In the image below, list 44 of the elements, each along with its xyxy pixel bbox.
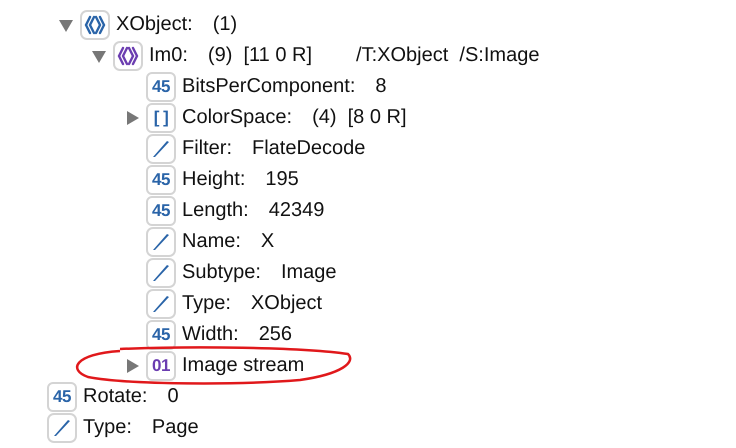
entry-type-info: /T:XObject /S:Image <box>356 44 540 67</box>
entry-value: 42349 <box>268 199 324 222</box>
stream-type-icon: 01 <box>146 350 176 380</box>
entry-value: Page <box>152 416 199 439</box>
entry-key: Type: <box>83 416 132 439</box>
number-type-icon: 45 <box>146 320 176 350</box>
entry-value: (1) <box>212 13 238 36</box>
entry-key: XObject: <box>116 13 193 36</box>
entry-key: Width: <box>182 323 239 346</box>
number-type-icon: 45 <box>146 72 176 102</box>
name-type-icon <box>146 258 176 288</box>
array-type-icon: [ ] <box>146 102 176 132</box>
entry-value: (4) [8 0 R] <box>312 106 407 129</box>
entry-value: 0 <box>167 385 179 408</box>
number-type-icon: 45 <box>146 196 176 226</box>
entry-key: Type: <box>182 292 231 315</box>
number-type-icon: 45 <box>47 382 77 412</box>
entry-key: Height: <box>182 168 246 191</box>
disclosure-triangle-icon[interactable] <box>124 110 140 126</box>
entry-key: ColorSpace: <box>182 106 292 129</box>
entry-key: Im0: <box>149 44 188 67</box>
disclosure-triangle-icon[interactable] <box>124 358 140 374</box>
entry-key: BitsPerComponent: <box>182 75 356 98</box>
entry-key: Filter: <box>182 137 232 160</box>
dictionary-type-icon <box>113 40 143 70</box>
dictionary-type-icon <box>80 10 110 40</box>
name-type-icon <box>146 134 176 164</box>
name-type-icon <box>146 288 176 318</box>
entry-key: Rotate: <box>83 385 148 408</box>
entry-value: 8 <box>375 75 387 98</box>
name-type-icon <box>146 226 176 256</box>
entry-value: 195 <box>265 168 299 191</box>
entry-value: FlateDecode <box>252 137 366 160</box>
name-type-icon <box>47 412 77 442</box>
entry-value: XObject <box>250 292 322 315</box>
entry-value: (9) [11 0 R] <box>208 44 312 67</box>
entry-key: Subtype: <box>182 261 261 284</box>
entry-value: 256 <box>258 323 292 346</box>
entry-value: X <box>260 230 274 253</box>
entry-key: Name: <box>182 230 241 253</box>
entry-value: Image <box>280 261 337 284</box>
entry-key: Length: <box>182 199 249 222</box>
entry-key: Image stream <box>182 354 304 377</box>
number-type-icon: 45 <box>146 164 176 194</box>
